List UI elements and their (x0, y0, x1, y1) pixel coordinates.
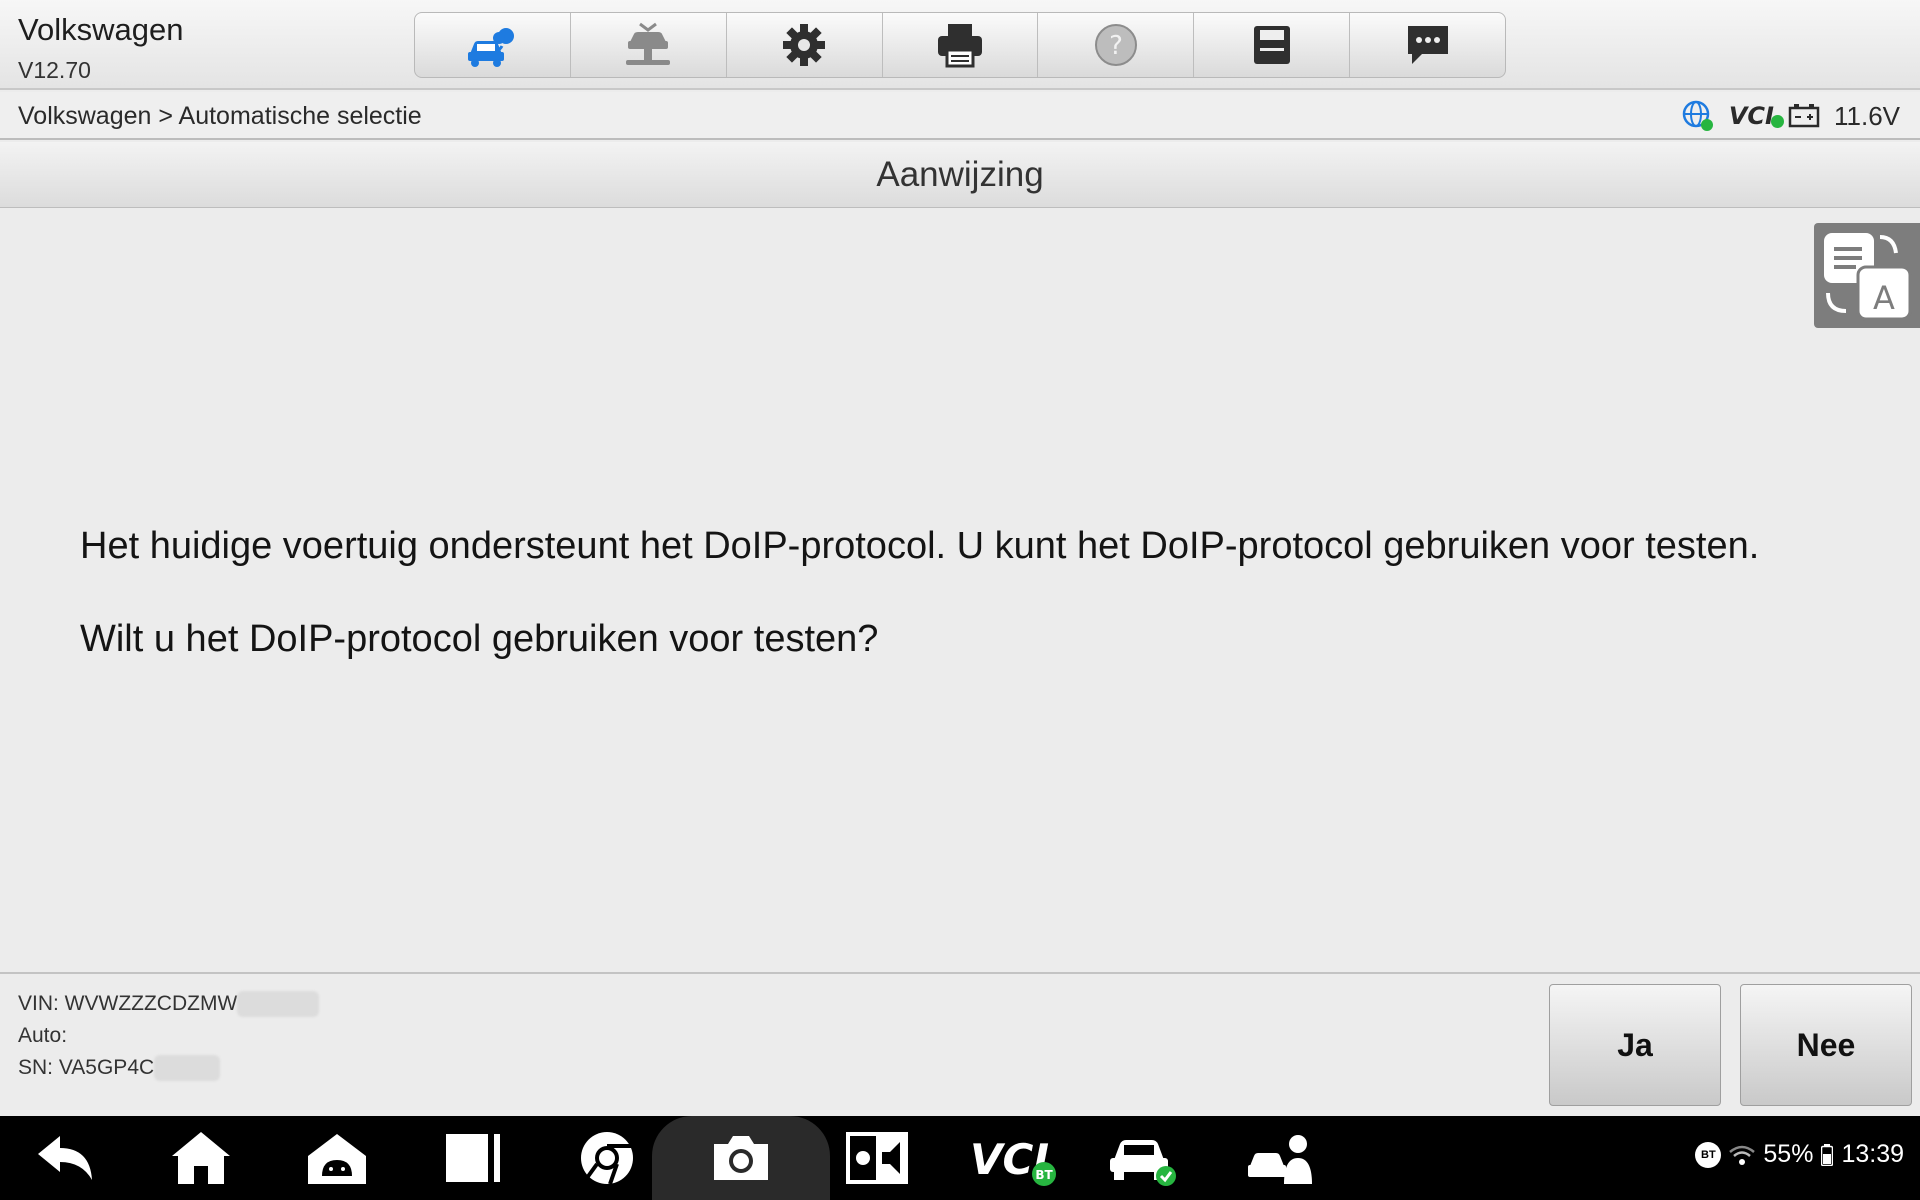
app-name: Volkswagen (18, 12, 184, 47)
settings-button[interactable] (727, 13, 883, 77)
brightness-volume-icon (846, 1132, 908, 1184)
help-button[interactable]: ? (1038, 13, 1195, 77)
battery-icon (1788, 104, 1820, 128)
translate-button[interactable]: A (1814, 223, 1920, 328)
android-house-icon (308, 1134, 366, 1184)
no-button[interactable]: Nee (1740, 984, 1912, 1106)
save-icon (1253, 26, 1290, 64)
app-header: Volkswagen V12.70 ? (0, 0, 1920, 90)
svg-text:BT: BT (1035, 1168, 1053, 1182)
print-button[interactable] (883, 13, 1039, 77)
browser-button[interactable] (572, 1122, 642, 1194)
system-status: BT 55% 13:39 (1695, 1140, 1904, 1169)
dialog-title-bar: Aanwijzing (0, 142, 1920, 208)
gear-icon (783, 24, 826, 66)
sn-label: SN: VA5GP4C (18, 1056, 155, 1079)
auto-label: Auto: (18, 1024, 68, 1047)
toolbar: ? (414, 12, 1506, 78)
battery-percent: 55% (1763, 1140, 1814, 1168)
save-button[interactable] (1194, 13, 1351, 77)
globe-icon (1682, 100, 1713, 131)
breadcrumb-bar: Volkswagen > Automatische selectie VCI 1… (0, 92, 1920, 140)
remote-expert-button[interactable] (1246, 1122, 1316, 1194)
technician-car-icon (1248, 1135, 1312, 1184)
voltage-readout: 11.6V (1833, 100, 1900, 131)
help-icon: ? (1094, 24, 1137, 66)
brightness-volume-button[interactable] (842, 1122, 912, 1194)
printer-icon (938, 24, 982, 68)
back-button[interactable] (30, 1122, 100, 1194)
back-arrow-icon (38, 1136, 92, 1180)
vehicle-status-button[interactable] (1106, 1122, 1176, 1194)
svg-text:A: A (1873, 279, 1895, 317)
message-line-2: Wilt u het DoIP-protocol gebruiken voor … (80, 618, 879, 660)
vci-bt-button[interactable]: VCI BT (968, 1122, 1060, 1194)
chrome-icon (581, 1132, 633, 1185)
dialog-title: Aanwijzing (876, 154, 1044, 194)
car-check-icon (1110, 1140, 1176, 1186)
breadcrumb: Volkswagen > Automatische selectie (18, 102, 422, 130)
home-icon (172, 1132, 230, 1184)
translate-icon: A (1824, 233, 1912, 321)
system-navbar: VCI BT BT 55% 13:39 (0, 1116, 1920, 1200)
home-car-button[interactable] (415, 13, 571, 77)
car-lift-button[interactable] (571, 13, 727, 77)
wifi-icon (1729, 1145, 1756, 1165)
car-lift-icon (626, 22, 671, 65)
footer: VIN: WVWZZZCDZMW Auto: SN: VA5GP4C Ja Ne… (0, 972, 1920, 1116)
vin-label: VIN: WVWZZZCDZMW (18, 992, 238, 1015)
camera-button[interactable] (706, 1122, 776, 1194)
vci-status: VCI (1729, 102, 1784, 130)
redacted-vin (237, 991, 320, 1018)
recent-apps-icon (446, 1134, 500, 1182)
dialog-message: Het huidige voertuig ondersteunt het DoI… (80, 520, 1860, 706)
home-button[interactable] (166, 1122, 236, 1194)
redacted-sn (154, 1055, 221, 1082)
phone-battery-icon (1821, 1143, 1834, 1166)
message-line-1: Het huidige voertuig ondersteunt het DoI… (80, 525, 1760, 567)
check-icon (1770, 115, 1784, 128)
clock: 13:39 (1841, 1140, 1904, 1168)
bluetooth-icon: BT (1695, 1141, 1722, 1168)
vci-bluetooth-icon: VCI BT (970, 1135, 1056, 1186)
svg-text:?: ? (1109, 31, 1123, 61)
camera-icon (714, 1136, 768, 1180)
vehicle-info: VIN: WVWZZZCDZMW Auto: SN: VA5GP4C (18, 988, 320, 1084)
yes-button[interactable]: Ja (1549, 984, 1721, 1106)
app-version: V12.70 (18, 57, 91, 83)
recent-apps-button[interactable] (438, 1122, 508, 1194)
feedback-button[interactable] (1350, 13, 1505, 77)
car-cloud-icon (468, 28, 515, 67)
android-home-button[interactable] (302, 1122, 372, 1194)
status-indicators: VCI 11.6V (1681, 98, 1900, 134)
chat-icon (1407, 26, 1448, 64)
